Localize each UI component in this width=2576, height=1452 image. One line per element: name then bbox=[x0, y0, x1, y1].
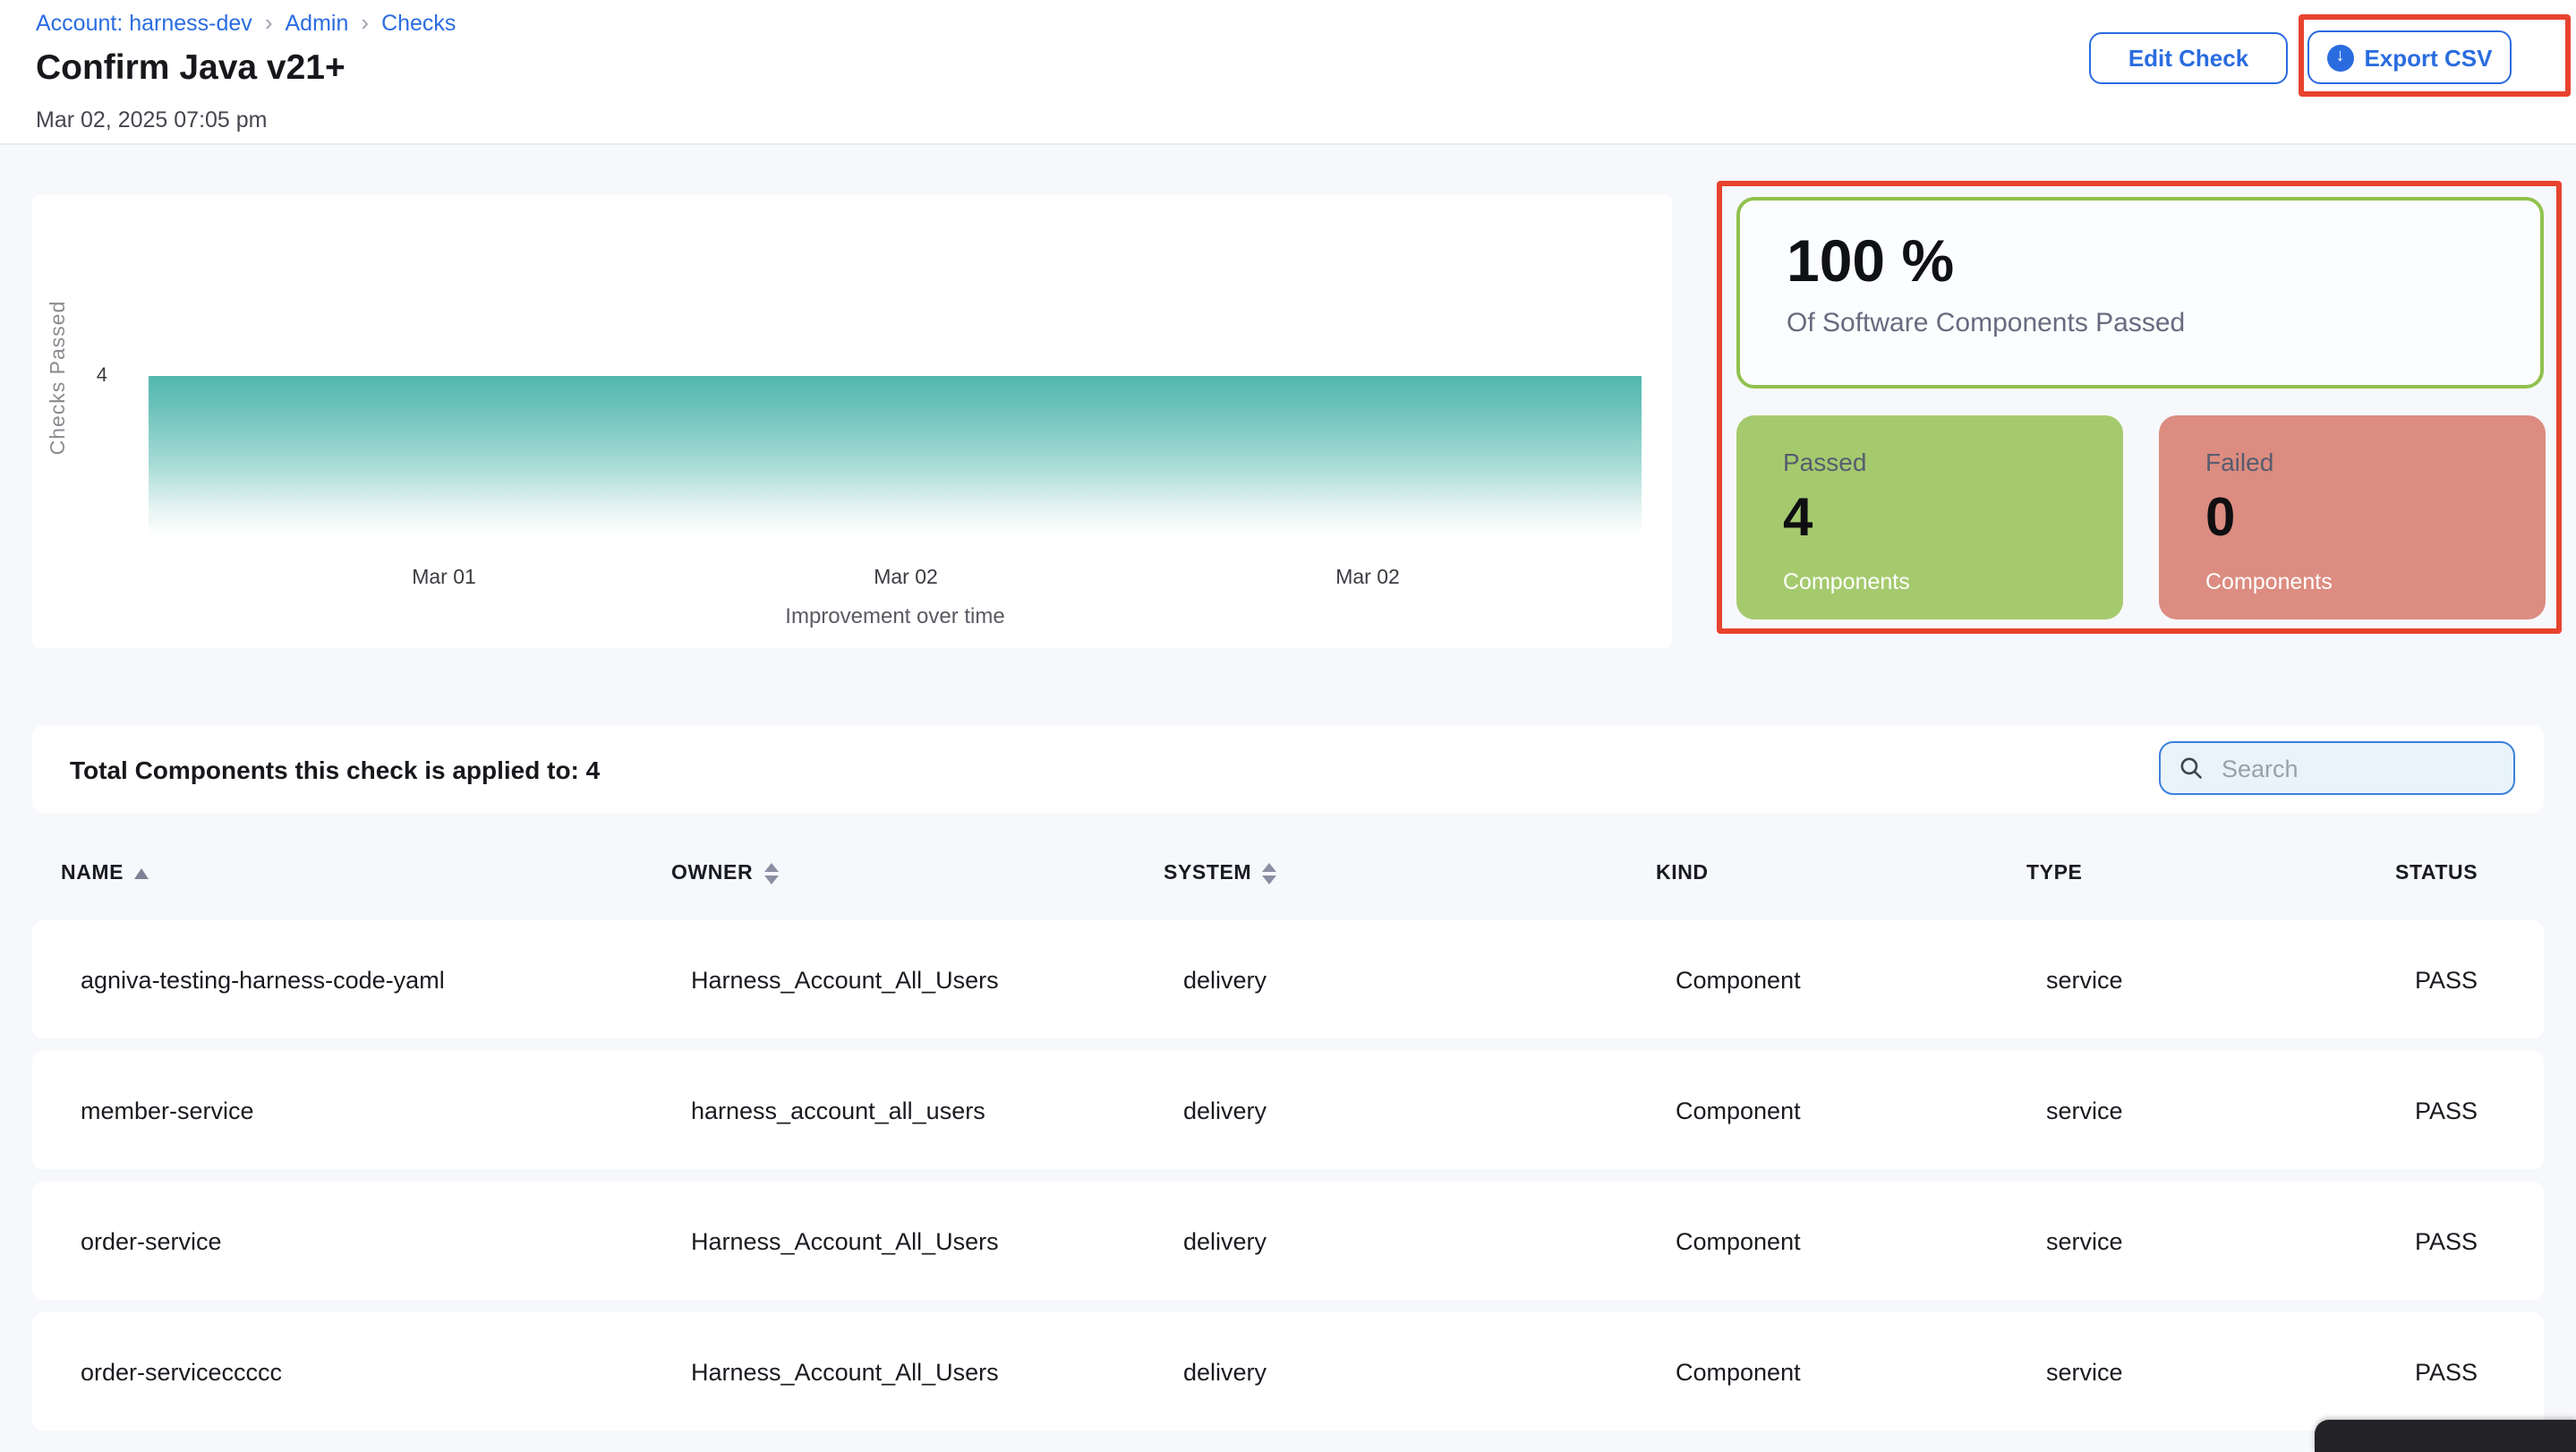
cell-system: delivery bbox=[1183, 1227, 1676, 1254]
cell-owner: Harness_Account_All_Users bbox=[691, 1227, 1183, 1254]
sort-icon bbox=[1262, 862, 1276, 884]
passed-label: Passed bbox=[1783, 448, 2123, 476]
cell-kind: Component bbox=[1676, 1097, 2046, 1123]
x-axis-tick: Mar 02 bbox=[1335, 568, 1400, 589]
cell-status: PASS bbox=[2415, 1358, 2544, 1385]
breadcrumb: Account: harness-dev › Admin › Checks bbox=[36, 9, 456, 36]
pass-rate-label: Of Software Components Passed bbox=[1787, 308, 2540, 338]
page-header: Account: harness-dev › Admin › Checks Co… bbox=[0, 0, 2576, 145]
breadcrumb-link-admin[interactable]: Admin bbox=[286, 10, 349, 35]
cell-name: member-service bbox=[81, 1097, 691, 1123]
pass-rate-card: 100 % Of Software Components Passed bbox=[1736, 197, 2544, 389]
column-header-owner[interactable]: OWNER bbox=[671, 862, 1164, 884]
cell-type: service bbox=[2046, 1358, 2415, 1385]
cell-type: service bbox=[2046, 1097, 2415, 1123]
x-axis-tick: Mar 01 bbox=[412, 568, 476, 589]
export-csv-button[interactable]: ↓ Export CSV bbox=[2307, 30, 2512, 84]
breadcrumb-separator-icon: › bbox=[361, 9, 369, 36]
pass-rate-value: 100 % bbox=[1787, 227, 2540, 295]
column-header-name[interactable]: NAME bbox=[61, 862, 671, 884]
search-icon bbox=[2179, 756, 2204, 781]
components-table-header-card: Total Components this check is applied t… bbox=[32, 725, 2544, 813]
page-title: Confirm Java v21+ bbox=[36, 48, 345, 90]
cell-name: order-serviceccccc bbox=[81, 1358, 691, 1385]
failed-label: Failed bbox=[2205, 448, 2546, 476]
column-header-type: TYPE bbox=[2026, 862, 2395, 884]
cell-system: delivery bbox=[1183, 966, 1676, 993]
table-row[interactable]: member-service harness_account_all_users… bbox=[32, 1051, 2544, 1169]
cell-owner: Harness_Account_All_Users bbox=[691, 1358, 1183, 1385]
column-header-system[interactable]: SYSTEM bbox=[1164, 862, 1656, 884]
sort-icon bbox=[763, 862, 778, 884]
passed-stat-card: Passed 4 Components bbox=[1736, 415, 2123, 619]
search-input[interactable] bbox=[2218, 753, 2513, 783]
cell-name: agniva-testing-harness-code-yaml bbox=[81, 966, 691, 993]
export-csv-label: Export CSV bbox=[2364, 44, 2492, 71]
column-header-kind: KIND bbox=[1656, 862, 2026, 884]
cell-status: PASS bbox=[2415, 1097, 2544, 1123]
column-header-label: NAME bbox=[61, 862, 124, 884]
column-header-label: OWNER bbox=[671, 862, 753, 884]
y-axis-tick: 4 bbox=[68, 365, 107, 387]
cell-kind: Component bbox=[1676, 1358, 2046, 1385]
check-timestamp: Mar 02, 2025 07:05 pm bbox=[36, 107, 268, 132]
table-row[interactable]: order-serviceccccc Harness_Account_All_U… bbox=[32, 1312, 2544, 1431]
chart-caption: Improvement over time bbox=[149, 603, 1642, 628]
download-icon: ↓ bbox=[2326, 44, 2353, 71]
column-header-status: STATUS bbox=[2395, 862, 2544, 884]
passed-value: 4 bbox=[1783, 489, 2123, 550]
x-axis: Mar 01 Mar 02 Mar 02 bbox=[149, 568, 1642, 596]
total-components-label: Total Components this check is applied t… bbox=[70, 725, 600, 813]
breadcrumb-link-checks[interactable]: Checks bbox=[381, 10, 456, 35]
checks-detail-page: Account: harness-dev › Admin › Checks Co… bbox=[0, 0, 2576, 1452]
cell-system: delivery bbox=[1183, 1097, 1676, 1123]
cell-kind: Component bbox=[1676, 1227, 2046, 1254]
column-header-label: STATUS bbox=[2395, 862, 2478, 884]
components-table-body: agniva-testing-harness-code-yaml Harness… bbox=[32, 920, 2544, 1443]
page-content: Checks Passed 4 Mar 01 Mar 02 Mar 02 Imp… bbox=[0, 145, 2576, 1452]
table-row[interactable]: order-service Harness_Account_All_Users … bbox=[32, 1182, 2544, 1300]
table-column-headers: NAME OWNER SYSTEM KIND TYPE STATUS bbox=[32, 841, 2544, 904]
cell-status: PASS bbox=[2415, 966, 2544, 993]
breadcrumb-link-account[interactable]: Account: harness-dev bbox=[36, 10, 252, 35]
column-header-label: TYPE bbox=[2026, 862, 2083, 884]
y-axis-label: Checks Passed bbox=[48, 261, 70, 494]
cell-system: delivery bbox=[1183, 1358, 1676, 1385]
x-axis-tick: Mar 02 bbox=[874, 568, 938, 589]
column-header-label: KIND bbox=[1656, 862, 1709, 884]
cell-type: service bbox=[2046, 966, 2415, 993]
cell-owner: Harness_Account_All_Users bbox=[691, 966, 1183, 993]
cell-owner: harness_account_all_users bbox=[691, 1097, 1183, 1123]
checks-passed-chart-panel: Checks Passed 4 Mar 01 Mar 02 Mar 02 Imp… bbox=[32, 195, 1672, 648]
cell-type: service bbox=[2046, 1227, 2415, 1254]
area-chart-fill bbox=[149, 376, 1642, 535]
column-header-label: SYSTEM bbox=[1164, 862, 1251, 884]
cell-name: order-service bbox=[81, 1227, 691, 1254]
search-box bbox=[2159, 741, 2515, 795]
sort-ascending-icon bbox=[134, 867, 149, 878]
passed-unit: Components bbox=[1783, 569, 2123, 594]
failed-stat-card: Failed 0 Components bbox=[2159, 415, 2546, 619]
breadcrumb-separator-icon: › bbox=[265, 9, 273, 36]
failed-unit: Components bbox=[2205, 569, 2546, 594]
edit-check-button[interactable]: Edit Check bbox=[2089, 32, 2288, 84]
failed-value: 0 bbox=[2205, 489, 2546, 550]
cell-status: PASS bbox=[2415, 1227, 2544, 1254]
cell-kind: Component bbox=[1676, 966, 2046, 993]
table-row[interactable]: agniva-testing-harness-code-yaml Harness… bbox=[32, 920, 2544, 1038]
tooltip-fragment bbox=[2315, 1420, 2576, 1452]
